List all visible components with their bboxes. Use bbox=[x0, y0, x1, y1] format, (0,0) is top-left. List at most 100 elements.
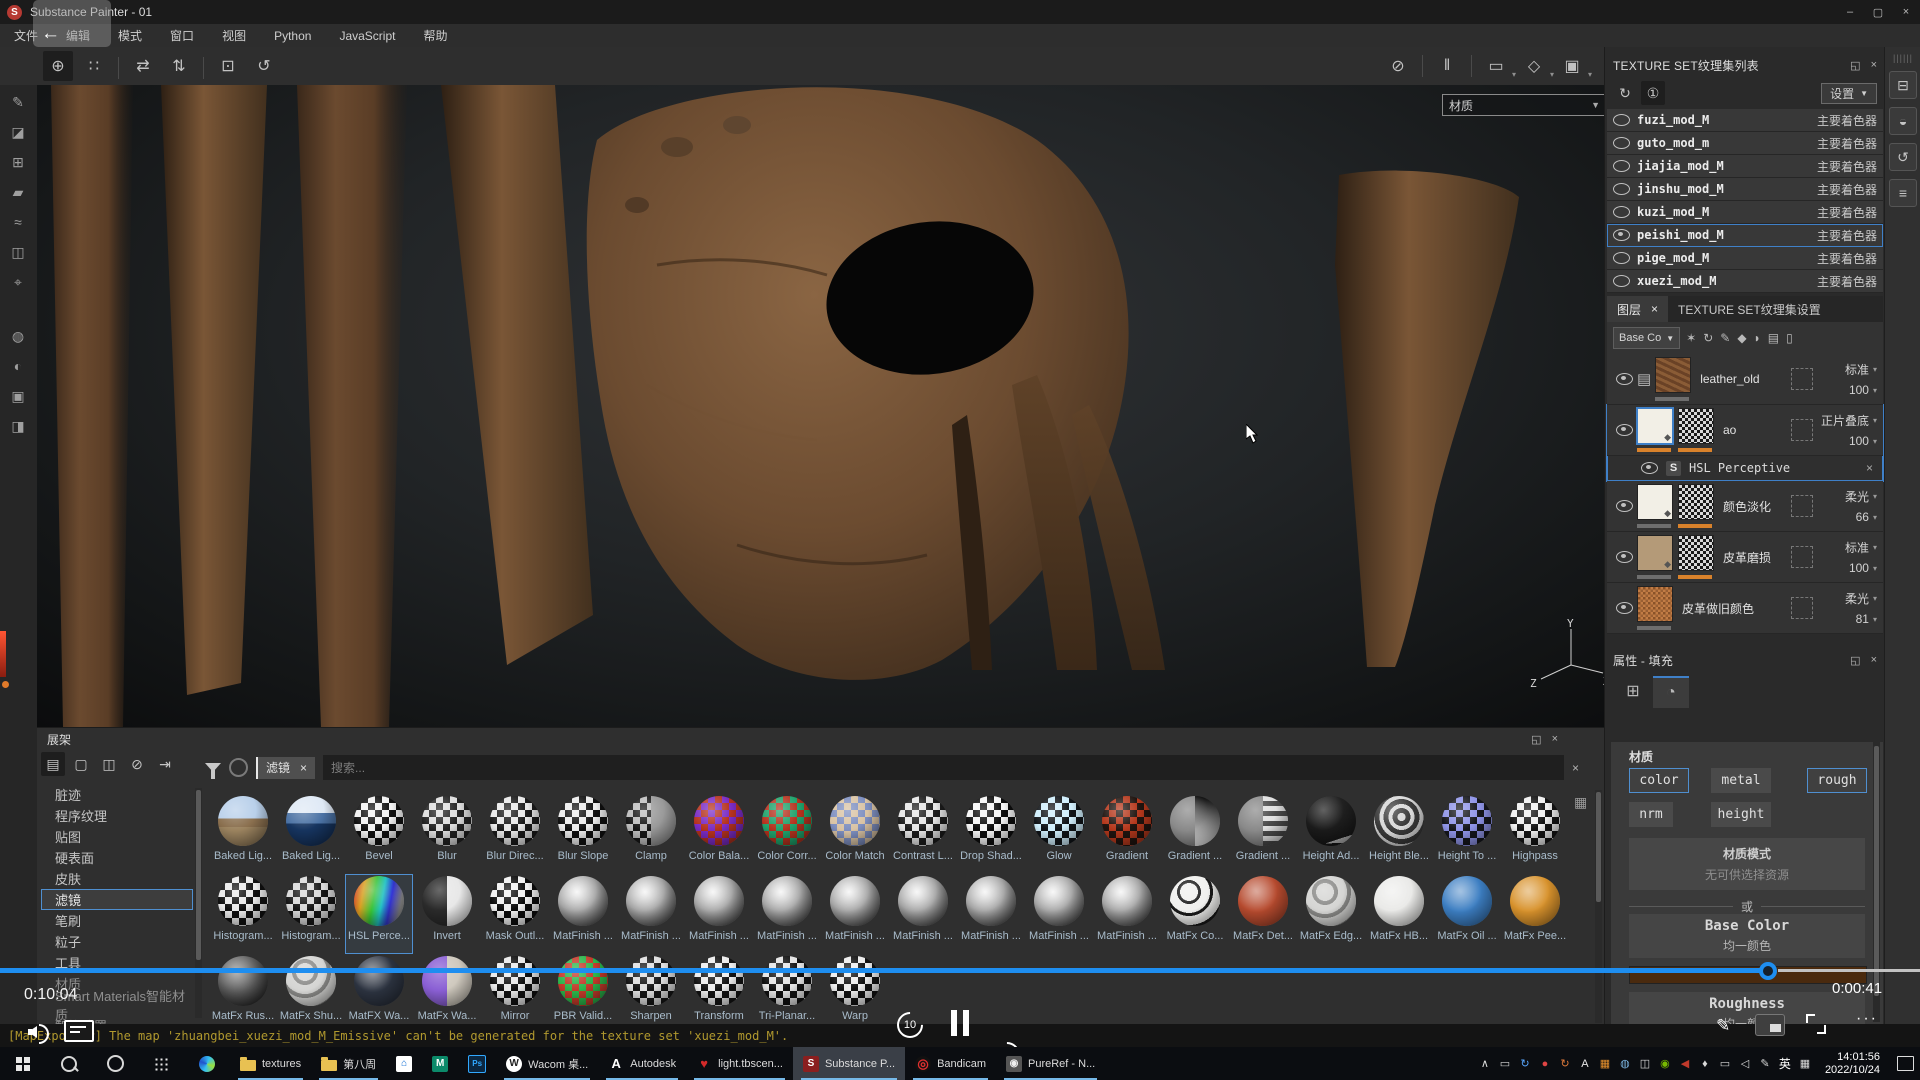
float-panel-icon[interactable]: ◱ bbox=[1850, 59, 1860, 72]
tray-pen-clip-icon[interactable]: ✎ bbox=[1755, 1057, 1775, 1070]
texture-set-row[interactable]: jiajia_mod_M主要着色器 bbox=[1607, 155, 1883, 178]
shelf-item-height-to-[interactable]: Height To ... bbox=[1433, 794, 1501, 874]
add-folder-icon[interactable]: ▤ bbox=[1768, 331, 1779, 345]
taskbar-app-bandicam[interactable]: ◎Bandicam bbox=[905, 1047, 996, 1080]
layer-visibility[interactable] bbox=[1611, 551, 1637, 563]
export-resource-icon[interactable]: ⇥ bbox=[153, 752, 177, 776]
eye-hidden-icon[interactable] bbox=[1613, 252, 1630, 264]
layer-row[interactable]: ◆皮革磨损标准▾100▾ bbox=[1607, 532, 1883, 583]
add-smart-material-icon[interactable]: ◗ bbox=[1754, 331, 1761, 345]
shelf-item-sharpen[interactable]: Sharpen bbox=[617, 954, 685, 1034]
shelf-item-matfx-oil-[interactable]: MatFx Oil ... bbox=[1433, 874, 1501, 954]
material-picker-tool-icon[interactable]: ⌖ bbox=[5, 269, 31, 295]
close-button[interactable]: × bbox=[1892, 0, 1920, 24]
add-mask-icon[interactable]: ◆ bbox=[1737, 331, 1746, 345]
shelf-category-皮肤[interactable]: 皮肤 bbox=[41, 868, 193, 889]
shelf-item-histogram-[interactable]: Histogram... bbox=[277, 874, 345, 954]
shelf-item-blur-slope[interactable]: Blur Slope bbox=[549, 794, 617, 874]
shelf-item-gradient-[interactable]: Gradient ... bbox=[1229, 794, 1297, 874]
shelf-item-height-ad-[interactable]: Height Ad... bbox=[1297, 794, 1365, 874]
shelf-item-matfinish-[interactable]: MatFinish ... bbox=[889, 874, 957, 954]
history-icon[interactable]: ↺ bbox=[1889, 143, 1917, 171]
layer-thumbnail[interactable] bbox=[1637, 586, 1673, 630]
active-filter-tag[interactable]: 滤镜 × bbox=[256, 757, 315, 779]
taskbar-app-folder[interactable]: textures bbox=[230, 1047, 311, 1080]
shelf-item-tri-planar-[interactable]: Tri-Planar... bbox=[753, 954, 821, 1034]
channel-button-nrm[interactable]: nrm bbox=[1629, 802, 1673, 827]
tray-display-tray-icon[interactable]: ▭ bbox=[1715, 1057, 1735, 1070]
shelf-item-pbr-valid-[interactable]: PBR Valid... bbox=[549, 954, 617, 1034]
shelf-category-贴图[interactable]: 贴图 bbox=[41, 826, 193, 847]
mask-placeholder[interactable] bbox=[1791, 546, 1813, 568]
texture-set-row[interactable]: jinshu_mod_M主要着色器 bbox=[1607, 178, 1883, 201]
menu-Python[interactable]: Python bbox=[260, 24, 325, 47]
shelf-item-matfx-hb-[interactable]: MatFx HB... bbox=[1365, 874, 1433, 954]
close-tab-icon[interactable]: × bbox=[1651, 302, 1658, 316]
shelf-category-粒子[interactable]: 粒子 bbox=[41, 931, 193, 952]
shelf-item-bevel[interactable]: Bevel bbox=[345, 794, 413, 874]
taskbar-start-button[interactable] bbox=[0, 1047, 46, 1080]
log-icon[interactable]: ≡ bbox=[1889, 179, 1917, 207]
tray-microphone-icon[interactable]: ♦ bbox=[1695, 1057, 1715, 1070]
eye-hidden-icon[interactable] bbox=[1613, 160, 1630, 172]
eye-visible-icon[interactable] bbox=[1616, 551, 1633, 563]
shelf-item-matfinish-[interactable]: MatFinish ... bbox=[685, 874, 753, 954]
tray-nvidia-icon[interactable]: ◉ bbox=[1655, 1057, 1675, 1070]
tray-launcher-icon[interactable]: ▦ bbox=[1595, 1057, 1615, 1070]
tile-view-icon[interactable]: ∷ bbox=[79, 51, 109, 81]
speaker-icon[interactable] bbox=[28, 1022, 58, 1042]
tray-updater-icon[interactable]: ↻ bbox=[1555, 1057, 1575, 1070]
shelf-item-matfx-wa-[interactable]: MatFx Wa... bbox=[413, 954, 481, 1034]
taskbar-app-photoshop[interactable]: Ps bbox=[458, 1047, 496, 1080]
layer-effect-row[interactable]: SHSL Perceptive× bbox=[1607, 456, 1883, 481]
shelf-item-drop-shad-[interactable]: Drop Shad... bbox=[957, 794, 1025, 874]
mask-placeholder[interactable] bbox=[1791, 597, 1813, 619]
eye-hidden-icon[interactable] bbox=[1613, 206, 1630, 218]
material-mode-box[interactable]: 材质模式 无可供选择资源 bbox=[1629, 838, 1865, 890]
projection-tool-icon[interactable]: ⊞ bbox=[5, 149, 31, 175]
fullscreen-icon[interactable] bbox=[1806, 1014, 1826, 1034]
shelf-item-matfinish-[interactable]: MatFinish ... bbox=[617, 874, 685, 954]
tray-volume-icon[interactable]: ◁ bbox=[1735, 1057, 1755, 1070]
taskbar-task-view-button[interactable] bbox=[138, 1047, 184, 1080]
polygon-fill-tool-icon[interactable]: ▰ bbox=[5, 179, 31, 205]
tab-material[interactable]: ◔ bbox=[1653, 676, 1689, 708]
tray-usb-device-icon[interactable]: ◫ bbox=[1635, 1057, 1655, 1070]
display-settings-icon[interactable]: ⊟ bbox=[1889, 71, 1917, 99]
taskbar-app-light[interactable]: ♥light.tbscen... bbox=[686, 1047, 793, 1080]
layer-row[interactable]: ▤leather_old标准▾100▾ bbox=[1607, 354, 1883, 405]
pause-engine-icon[interactable]: ‖ bbox=[1432, 51, 1462, 81]
tray-recorder-icon[interactable]: ● bbox=[1535, 1057, 1555, 1070]
shelf-category-硬表面[interactable]: 硬表面 bbox=[41, 847, 193, 868]
shelf-item-matfx-co-[interactable]: MatFx Co... bbox=[1161, 874, 1229, 954]
taskbar-edge-button[interactable] bbox=[184, 1047, 230, 1080]
eye-hidden-icon[interactable] bbox=[1613, 137, 1630, 149]
layer-thumbnail[interactable]: ◆ bbox=[1637, 408, 1673, 452]
menu-窗口[interactable]: 窗口 bbox=[156, 24, 208, 47]
taskbar-clock[interactable]: 14:01:56 2022/10/24 bbox=[1815, 1051, 1890, 1077]
mirror-vertical-icon[interactable]: ⇅ bbox=[164, 51, 194, 81]
new-resource-icon[interactable]: ▢ bbox=[69, 752, 93, 776]
shelf-item-matfx-shu-[interactable]: MatFx Shu... bbox=[277, 954, 345, 1034]
add-fill-layer-icon[interactable]: ↻ bbox=[1703, 331, 1713, 345]
delete-layer-icon[interactable]: ▯ bbox=[1786, 331, 1793, 345]
taskbar-app-autodesk[interactable]: AAutodesk bbox=[598, 1047, 686, 1080]
texture-set-shader[interactable]: 主要着色器 bbox=[1817, 135, 1877, 152]
tray-cloud-sync-icon[interactable]: ↻ bbox=[1515, 1057, 1535, 1070]
shelf-item-blur-direc-[interactable]: Blur Direc... bbox=[481, 794, 549, 874]
layer-visibility[interactable] bbox=[1611, 373, 1637, 385]
eraser-tool-icon[interactable]: ◪ bbox=[5, 119, 31, 145]
texture-set-row[interactable]: kuzi_mod_M主要着色器 bbox=[1607, 201, 1883, 224]
texture-set-row[interactable]: pige_mod_M主要着色器 bbox=[1607, 247, 1883, 270]
shelf-item-matfx-rus-[interactable]: MatFx Rus... bbox=[209, 954, 277, 1034]
texture-set-shader[interactable]: 主要着色器 bbox=[1817, 112, 1877, 129]
remove-effect-icon[interactable]: × bbox=[1866, 461, 1873, 475]
blend-mode-dropdown[interactable]: 正片叠底▾ bbox=[1821, 412, 1877, 429]
texture-set-settings-button[interactable]: 设置 ▼ bbox=[1821, 83, 1877, 104]
layer-visibility[interactable] bbox=[1611, 602, 1637, 614]
shelf-category-笔刷[interactable]: 笔刷 bbox=[41, 910, 193, 931]
transform-manipulator-icon[interactable]: ⊕ bbox=[43, 51, 73, 81]
channel-filter-dropdown[interactable]: Base Co ▼ bbox=[1613, 327, 1680, 349]
tab-layers[interactable]: 图层 × bbox=[1607, 296, 1668, 322]
texture-set-row[interactable]: fuzi_mod_M主要着色器 bbox=[1607, 109, 1883, 132]
